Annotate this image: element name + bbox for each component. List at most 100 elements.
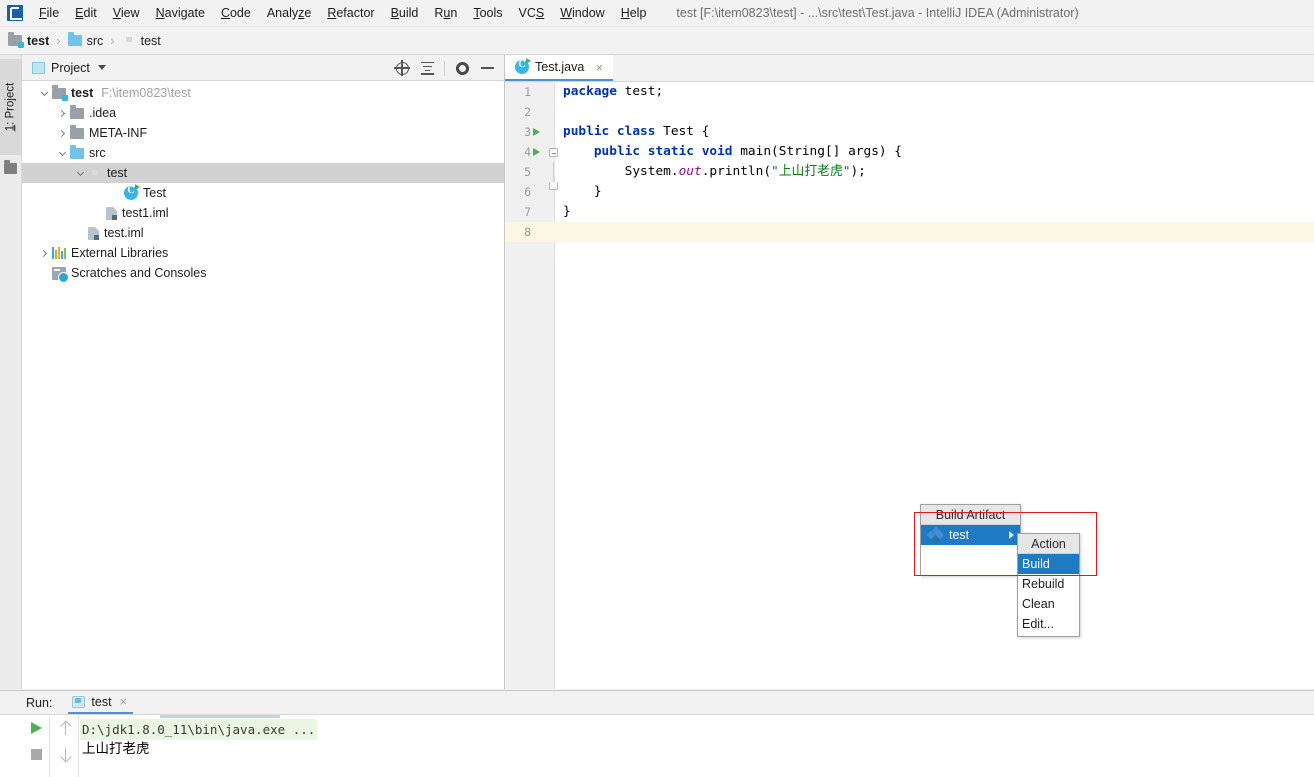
run-tool-window: Run: test × D:\jdk1.8.0_11\bin\java.exe … <box>0 690 1314 777</box>
popup-item-clean[interactable]: Clean <box>1018 594 1079 614</box>
code-line: 8 <box>505 222 1314 242</box>
tree-row[interactable]: .idea <box>22 103 504 123</box>
code-fold-icon[interactable] <box>549 148 558 157</box>
chevron-down-icon[interactable] <box>54 143 70 163</box>
chevron-down-icon[interactable] <box>72 163 88 183</box>
tree-row-label: test <box>71 86 94 100</box>
popup-item-edit[interactable]: Edit... <box>1018 614 1079 634</box>
tree-row-label: test.iml <box>104 226 144 240</box>
run-gutter-icon[interactable] <box>533 128 540 136</box>
chevron-down-icon[interactable] <box>36 83 52 103</box>
chevron-right-icon[interactable] <box>54 123 70 143</box>
console-lines: D:\jdk1.8.0_11\bin\java.exe ... 上山打老虎 <box>80 719 1314 758</box>
project-panel-title-group[interactable]: Project <box>32 61 106 75</box>
line-number: 4 <box>524 145 531 159</box>
code-editor[interactable]: 1 package test; 2 3 public class Test {4 pub… <box>505 82 1314 689</box>
hide-panel-icon <box>480 67 494 69</box>
breadcrumb-item-test[interactable]: test <box>122 34 161 48</box>
menu-item-refactor[interactable]: Refactor <box>319 3 382 24</box>
tree-row[interactable]: test F:\item0823\test <box>22 83 504 103</box>
settings-button[interactable] <box>451 57 473 79</box>
code-text: } <box>563 204 571 219</box>
stop-icon <box>30 748 42 760</box>
breadcrumb-item-src[interactable]: src <box>67 32 104 48</box>
menu-items-container: File Edit View Navigate Code Analyze Refactor B… <box>31 3 654 24</box>
chevron-right-icon[interactable] <box>36 243 52 263</box>
project-window-icon <box>32 61 45 74</box>
menu-item-file[interactable]: File <box>31 3 67 24</box>
arrow-down-icon <box>60 747 71 761</box>
tree-row[interactable]: External Libraries <box>22 243 504 263</box>
rerun-button[interactable] <box>22 715 50 741</box>
project-panel-title: Project <box>51 60 90 75</box>
tree-row-label: src <box>89 146 106 160</box>
line-number: 1 <box>524 85 531 99</box>
breadcrumb-item-label: test <box>140 33 161 48</box>
tree-row[interactable]: Test <box>22 183 504 203</box>
code-line: 4 public static void main(String[] args)… <box>505 142 1314 162</box>
tree-row[interactable]: Scratches and Consoles <box>22 263 504 283</box>
close-icon[interactable]: × <box>593 61 605 74</box>
soft-wrap-button[interactable] <box>51 767 79 777</box>
popup-item-artifact-test[interactable]: test <box>921 525 1020 545</box>
menu-item-edit[interactable]: Edit <box>67 3 105 24</box>
tree-row[interactable]: src <box>22 143 504 163</box>
breadcrumb-item-label: src <box>86 33 104 48</box>
console-scrollbar[interactable] <box>160 715 280 718</box>
menu-item-run[interactable]: Run <box>426 3 465 24</box>
menu-item-window[interactable]: Window <box>552 3 612 24</box>
tree-row-label: Test <box>143 186 166 200</box>
menu-item-tools[interactable]: Tools <box>465 3 510 24</box>
console-output[interactable]: D:\jdk1.8.0_11\bin\java.exe ... 上山打老虎 <box>80 715 1314 777</box>
package-folder-icon <box>88 168 102 179</box>
code-text: package test; <box>563 84 664 99</box>
tree-row[interactable]: test.iml <box>22 223 504 243</box>
close-icon[interactable]: × <box>120 695 128 708</box>
next-occurrence-button[interactable] <box>51 741 79 767</box>
menu-item-build[interactable]: Build <box>383 3 427 24</box>
sidebar-item-project[interactable]: 1: Project <box>0 59 21 155</box>
arrow-up-icon <box>60 721 71 735</box>
tree-row[interactable]: test <box>22 163 504 183</box>
hide-panel-button[interactable] <box>476 57 498 79</box>
artifact-action-popup-title: Action <box>1018 534 1079 554</box>
project-structure-icon[interactable] <box>4 160 17 174</box>
code-text: } <box>563 184 602 199</box>
tree-row[interactable]: test1.iml <box>22 203 504 223</box>
locate-in-tree-button[interactable] <box>391 57 413 79</box>
artifact-action-popup: Action Build Rebuild Clean Edit... <box>1017 533 1080 637</box>
line-number: 2 <box>524 105 531 119</box>
menu-item-analyze[interactable]: Analyze <box>259 3 319 24</box>
window-title: test [F:\item0823\test] - ...\src\test\T… <box>676 6 1079 20</box>
menu-item-view[interactable]: View <box>105 3 148 24</box>
run-tab-test[interactable]: test × <box>68 691 134 714</box>
run-toolbar-left <box>22 715 50 777</box>
menu-item-help[interactable]: Help <box>613 3 655 24</box>
code-line: 6 } <box>505 182 1314 202</box>
menu-item-vcs[interactable]: VCS <box>511 3 553 24</box>
expand-button[interactable] <box>22 767 50 777</box>
artifact-action-popup-items: Build Rebuild Clean Edit... <box>1018 554 1079 634</box>
menu-item-code[interactable]: Code <box>213 3 259 24</box>
locate-in-tree-icon <box>393 59 410 76</box>
line-number: 5 <box>524 165 531 179</box>
chevron-right-icon[interactable] <box>54 103 70 123</box>
prev-occurrence-button[interactable] <box>51 715 79 741</box>
popup-item-rebuild[interactable]: Rebuild <box>1018 574 1079 594</box>
tree-row-label: test1.iml <box>122 206 169 220</box>
popup-item-label: Rebuild <box>1022 577 1065 591</box>
tab-test-java[interactable]: Test.java × <box>505 55 614 81</box>
popup-item-build[interactable]: Build <box>1018 554 1079 574</box>
popup-item-label: Build <box>1022 557 1050 571</box>
menu-item-navigate[interactable]: Navigate <box>148 3 213 24</box>
chevron-down-icon[interactable] <box>97 65 106 70</box>
breadcrumb-item-test[interactable]: test <box>8 32 49 48</box>
scratches-icon <box>52 266 69 283</box>
stop-button[interactable] <box>22 741 50 767</box>
collapse-all-button[interactable] <box>416 57 438 79</box>
tree-row[interactable]: META-INF <box>22 123 504 143</box>
run-gutter-icon[interactable] <box>533 148 540 156</box>
code-fold-icon[interactable] <box>549 182 558 190</box>
